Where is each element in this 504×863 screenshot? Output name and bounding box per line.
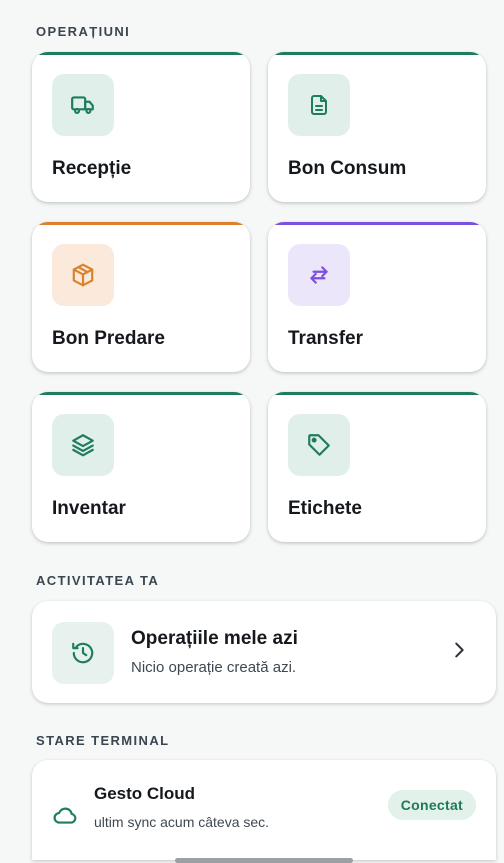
terminal-card: Gesto Cloud ultim sync acum câteva sec. … xyxy=(32,760,496,860)
tile-accent xyxy=(268,392,486,395)
tile-icon-box xyxy=(52,74,114,136)
tile-receptie[interactable]: Recepție xyxy=(32,52,250,202)
terminal-name: Gesto Cloud xyxy=(94,784,196,803)
activity-icon-box xyxy=(52,622,114,684)
activity-subtitle: Nicio operație creată azi. xyxy=(131,659,297,676)
terminal-sync-status: ultim sync acum câteva sec. xyxy=(94,814,270,830)
tile-accent xyxy=(32,222,250,225)
document-icon xyxy=(311,95,327,115)
activity-title: Operațiile mele azi xyxy=(131,628,298,649)
section-title-activitatea-ta: ACTIVITATEA TA xyxy=(36,573,160,588)
home-indicator[interactable] xyxy=(175,858,353,863)
tag-icon xyxy=(308,434,330,456)
tile-label: Transfer xyxy=(288,328,363,349)
tile-icon-box xyxy=(52,414,114,476)
tile-icon-box xyxy=(288,74,350,136)
tile-bon-predare[interactable]: Bon Predare xyxy=(32,222,250,372)
tile-bon-consum[interactable]: Bon Consum xyxy=(268,52,486,202)
section-title-stare-terminal: STARE TERMINAL xyxy=(36,733,170,748)
tile-label: Recepție xyxy=(52,158,132,179)
connection-status-badge: Conectat xyxy=(387,790,476,820)
truck-icon xyxy=(71,96,94,114)
layers-icon xyxy=(72,434,94,457)
tile-label: Bon Predare xyxy=(52,328,165,349)
chevron-right-icon xyxy=(455,642,464,658)
tile-accent xyxy=(32,392,250,395)
tile-label: Inventar xyxy=(52,498,126,519)
arrows-exchange-icon xyxy=(310,266,328,284)
tile-icon-box xyxy=(52,244,114,306)
tile-icon-box xyxy=(288,414,350,476)
tile-transfer[interactable]: Transfer xyxy=(268,222,486,372)
tile-label: Bon Consum xyxy=(288,158,407,179)
tile-icon-box xyxy=(288,244,350,306)
activity-card[interactable]: Operațiile mele azi Nicio operație creat… xyxy=(32,601,496,703)
package-icon xyxy=(72,263,94,287)
tile-accent xyxy=(32,52,250,55)
tile-etichete[interactable]: Etichete xyxy=(268,392,486,542)
section-title-operatiuni: OPERAȚIUNI xyxy=(36,24,131,39)
tile-accent xyxy=(268,222,486,225)
tile-inventar[interactable]: Inventar xyxy=(32,392,250,542)
tile-accent xyxy=(268,52,486,55)
tile-label: Etichete xyxy=(288,498,362,519)
history-icon xyxy=(72,642,94,664)
cloud-icon xyxy=(53,807,77,824)
